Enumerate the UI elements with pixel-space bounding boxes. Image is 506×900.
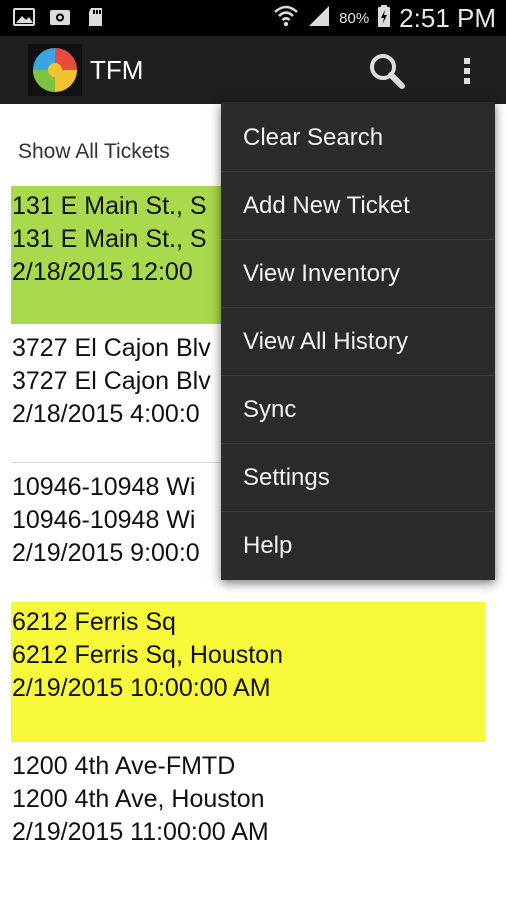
ticket-datetime: 2/19/2015 11:00:00 AM [12, 818, 269, 846]
ticket-datetime: 2/18/2015 12:00 [12, 258, 193, 286]
menu-item-help[interactable]: Help [221, 512, 495, 580]
menu-item-settings[interactable]: Settings [221, 444, 495, 512]
ticket-address: 1200 4th Ave, Houston [12, 785, 265, 813]
show-all-tickets-filter[interactable]: Show All Tickets [18, 140, 170, 164]
sd-card-icon [84, 6, 108, 28]
status-bar: 80% 2:51 PM [0, 0, 506, 36]
ticket-item[interactable]: 1200 4th Ave-FMTD 1200 4th Ave, Houston … [0, 746, 506, 856]
clock: 2:51 PM [399, 2, 496, 33]
ticket-item[interactable]: 6212 Ferris Sq 6212 Ferris Sq, Houston 2… [0, 602, 506, 742]
overflow-menu: Clear Search Add New Ticket View Invento… [221, 102, 495, 580]
ticket-title: 10946-10948 Wi [12, 473, 196, 501]
action-bar: TFM [0, 36, 506, 104]
menu-item-view-all-history[interactable]: View All History [221, 308, 495, 376]
ticket-address: 10946-10948 Wi [12, 506, 196, 534]
menu-item-sync[interactable]: Sync [221, 376, 495, 444]
ticket-datetime: 2/18/2015 4:00:0 [12, 400, 200, 428]
ticket-datetime: 2/19/2015 9:00:0 [12, 539, 200, 567]
overflow-menu-icon[interactable] [452, 50, 482, 92]
menu-item-view-inventory[interactable]: View Inventory [221, 240, 495, 308]
battery-percent: 80% [339, 9, 370, 27]
ticket-title: 3727 El Cajon Blv [12, 334, 211, 362]
ticket-title: 1200 4th Ave-FMTD [12, 752, 236, 780]
wifi-icon [273, 4, 299, 33]
ticket-title: 131 E Main St., S [12, 192, 207, 220]
ticket-title: 6212 Ferris Sq [12, 608, 176, 636]
search-icon[interactable] [366, 50, 410, 92]
ticket-address: 3727 El Cajon Blv [12, 367, 211, 395]
ticket-address: 6212 Ferris Sq, Houston [12, 641, 283, 669]
ticket-address: 131 E Main St., S [12, 225, 207, 253]
video-icon [48, 6, 72, 28]
app-logo-icon[interactable] [28, 44, 82, 96]
app-title: TFM [90, 55, 144, 85]
menu-item-clear-search[interactable]: Clear Search [221, 104, 495, 172]
gallery-icon [12, 6, 36, 28]
battery-charging-icon [377, 4, 391, 33]
menu-item-add-new-ticket[interactable]: Add New Ticket [221, 172, 495, 240]
ticket-datetime: 2/19/2015 10:00:00 AM [12, 674, 271, 702]
signal-icon [307, 4, 331, 33]
